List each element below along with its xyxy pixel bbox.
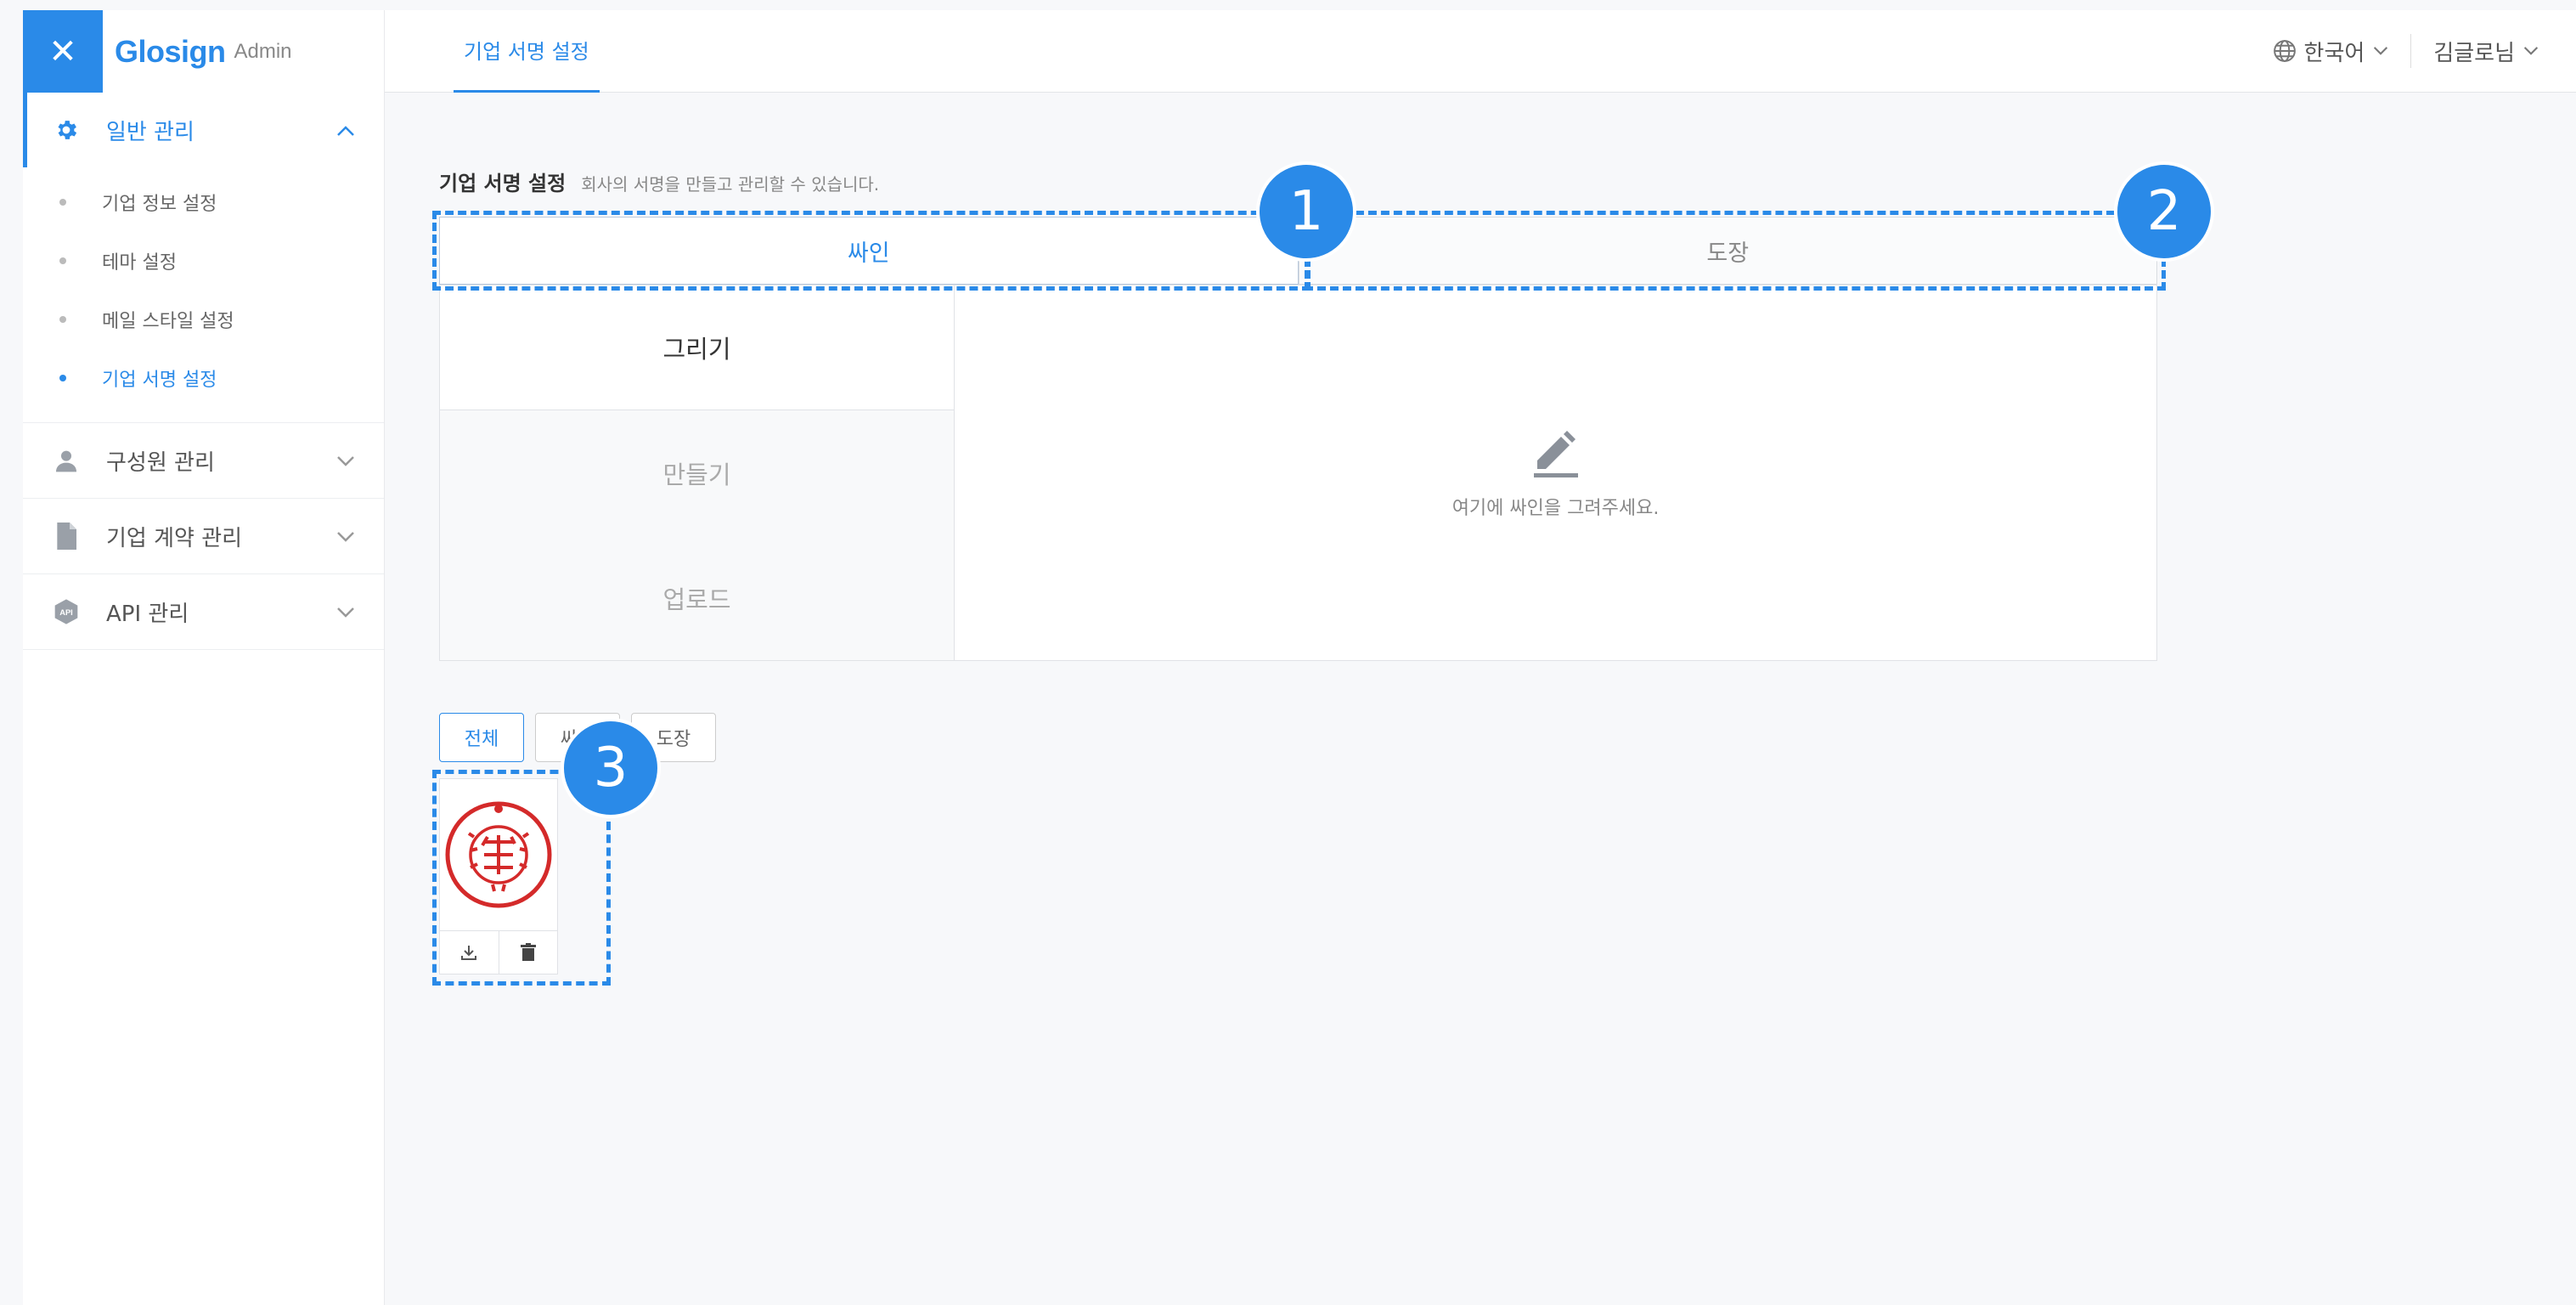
menu-group-members: 구성원 관리: [23, 423, 384, 499]
api-icon: API: [52, 597, 81, 626]
user-icon: [52, 446, 81, 475]
document-icon: [52, 522, 81, 551]
sidebar-item-theme[interactable]: 테마 설정: [23, 231, 384, 290]
divider: [2410, 34, 2412, 68]
top-right-controls: 한국어 김글로님: [2272, 34, 2539, 68]
mode-list: 그리기 만들기 업로드: [440, 285, 955, 660]
sidebar-item-mail-style[interactable]: 메일 스타일 설정: [23, 290, 384, 348]
globe-icon: [2272, 38, 2297, 64]
language-label: 한국어: [2303, 40, 2365, 66]
section-header: 기업 서명 설정 회사의 서명을 만들고 관리할 수 있습니다.: [439, 167, 879, 196]
svg-text:API: API: [59, 608, 73, 617]
sidebar-item-label: 구성원 관리: [106, 449, 215, 476]
sidebar-item-label: 기업 서명 설정: [102, 369, 217, 391]
page-description: 회사의 서명을 만들고 관리할 수 있습니다.: [581, 174, 880, 195]
sidebar-item-general[interactable]: 일반 관리: [23, 93, 384, 167]
chevron-down-icon: [2373, 46, 2388, 56]
annotation-badge-1: 1: [1256, 161, 1356, 262]
draw-hint: 여기에 싸인을 그려주세요.: [1451, 497, 1660, 519]
sidebar-item-label: 테마 설정: [102, 251, 177, 274]
submenu-general: 기업 정보 설정 테마 설정 메일 스타일 설정 기업 서명 설정: [23, 167, 384, 422]
sidebar: ✕ Glosign Admin 일반 관리 기업 정보 설정 테마 설정 메일 …: [23, 10, 385, 1305]
chevron-down-icon: [336, 599, 355, 624]
sidebar-item-signature[interactable]: 기업 서명 설정: [23, 348, 384, 407]
mode-upload[interactable]: 업로드: [440, 535, 954, 660]
menu-group-contracts: 기업 계약 관리: [23, 499, 384, 574]
chevron-down-icon: [336, 523, 355, 549]
user-menu[interactable]: 김글로님: [2433, 36, 2539, 67]
sidebar-item-label: 기업 정보 설정: [102, 193, 217, 215]
top-bar: 기업 서명 설정 한국어 김글로님: [385, 10, 2576, 93]
bullet: [59, 374, 66, 381]
sidebar-item-company-info[interactable]: 기업 정보 설정: [23, 172, 384, 231]
gear-icon: [52, 116, 81, 144]
brand-bar: ✕ Glosign Admin: [23, 10, 384, 93]
sidebar-item-label: API 관리: [106, 601, 189, 627]
sidebar-item-label: 기업 계약 관리: [106, 525, 243, 551]
language-selector[interactable]: 한국어: [2272, 36, 2389, 67]
sidebar-item-label: 메일 스타일 설정: [102, 310, 234, 332]
sidebar-item-api[interactable]: API API 관리: [23, 574, 384, 649]
filter-all-button[interactable]: 전체: [439, 713, 524, 762]
bullet: [59, 198, 66, 206]
sidebar-item-members[interactable]: 구성원 관리: [23, 423, 384, 498]
menu-group-general: 일반 관리 기업 정보 설정 테마 설정 메일 스타일 설정 기업 서명 설정: [23, 93, 384, 423]
bullet: [59, 257, 66, 264]
sidebar-item-contracts[interactable]: 기업 계약 관리: [23, 499, 384, 573]
page-title: 기업 서명 설정: [439, 172, 566, 195]
tab-signature-settings[interactable]: 기업 서명 설정: [454, 10, 600, 93]
signature-panel: 그리기 만들기 업로드 여기에 싸인을 그려주세요.: [439, 285, 2157, 661]
brand-subtitle: Admin: [234, 39, 292, 63]
brand-logo: Glosign: [115, 33, 226, 69]
annotation-badge-3: 3: [561, 718, 661, 818]
chevron-down-icon: [2523, 46, 2539, 56]
menu-group-api: API API 관리: [23, 574, 384, 650]
chevron-up-icon: [336, 117, 355, 143]
pencil-icon: [1530, 427, 1581, 479]
mode-create[interactable]: 만들기: [440, 410, 954, 535]
mode-draw[interactable]: 그리기: [440, 285, 954, 410]
drawing-canvas[interactable]: 여기에 싸인을 그려주세요.: [955, 285, 2156, 660]
chevron-down-icon: [336, 448, 355, 473]
sidebar-item-label: 일반 관리: [106, 119, 194, 145]
annotation-box-1: [432, 211, 1311, 291]
annotation-box-2: [1305, 211, 2166, 291]
bullet: [59, 315, 66, 323]
annotation-badge-2: 2: [2114, 161, 2214, 262]
user-name: 김글로님: [2433, 40, 2515, 66]
close-icon[interactable]: ✕: [23, 10, 103, 93]
